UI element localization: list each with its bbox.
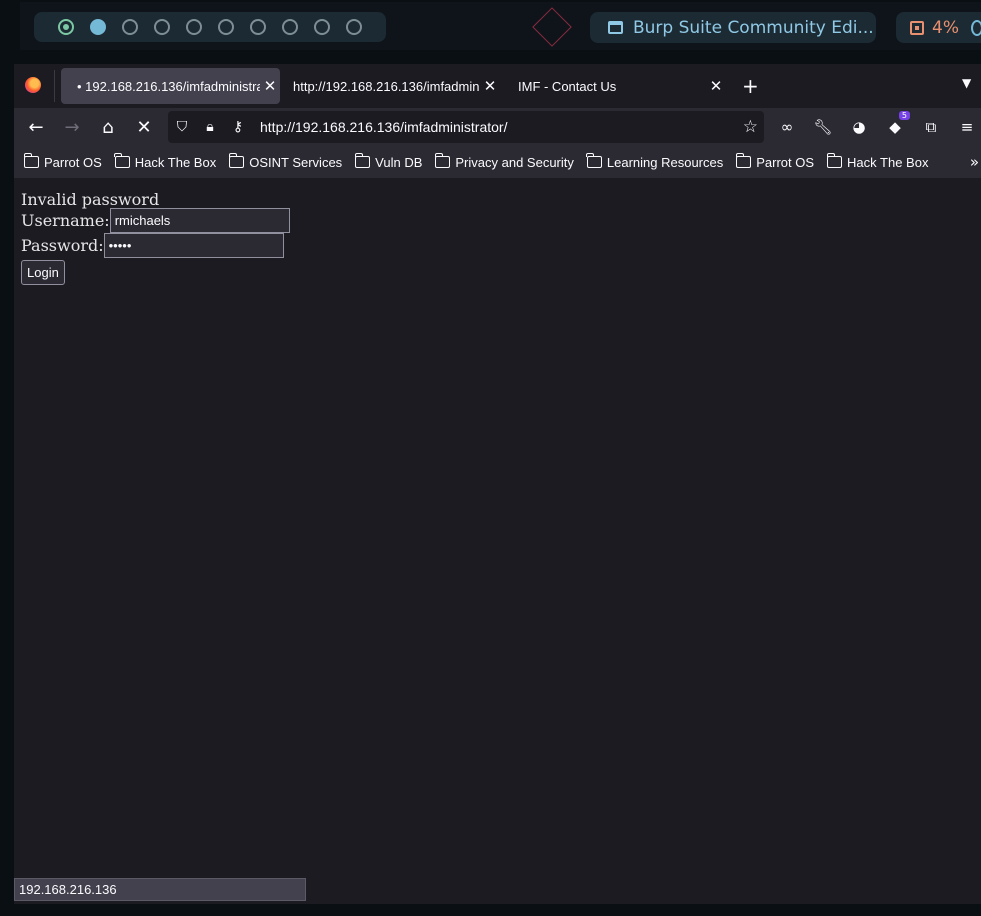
- workspace-dot-1[interactable]: [58, 19, 74, 35]
- password-label: Password:: [21, 236, 104, 255]
- bookmark-folder[interactable]: Parrot OS: [23, 153, 102, 170]
- cpu-icon: [910, 20, 924, 35]
- bookmark-label: Learning Resources: [606, 154, 724, 170]
- extension-fox-icon[interactable]: ◕: [846, 114, 872, 140]
- taskbar-item-label: Burp Suite Community Edi...: [633, 17, 874, 38]
- wrench-icon[interactable]: 🔧︎: [810, 114, 836, 140]
- workspace-switcher: [34, 12, 386, 42]
- folder-icon: [23, 153, 39, 168]
- extension-badge-count: 5: [898, 111, 910, 120]
- tab-separator: [54, 70, 55, 102]
- error-message: Invalid password: [21, 190, 160, 209]
- tab-1[interactable]: • 192.168.216.136/imfadministrator/ ✕: [61, 68, 280, 104]
- username-row: Username:: [21, 208, 290, 233]
- extensions-puzzle-icon[interactable]: ⧉: [918, 114, 944, 140]
- password-row: Password:: [21, 233, 284, 258]
- login-button[interactable]: Login: [21, 260, 65, 285]
- workspace-dot-3[interactable]: [122, 19, 138, 35]
- page-content: Invalid password Username: Password: Log…: [14, 178, 981, 904]
- window-icon: [608, 21, 623, 34]
- bookmark-label: Parrot OS: [44, 154, 102, 170]
- extension-badge-icon[interactable]: ◆ 5: [882, 111, 910, 140]
- workspace-dot-6[interactable]: [218, 19, 234, 35]
- folder-icon: [228, 153, 245, 168]
- stop-icon[interactable]: ✕: [130, 113, 158, 141]
- bookmark-star-icon[interactable]: ☆: [743, 117, 758, 137]
- hamburger-menu-icon[interactable]: ≡: [954, 114, 980, 140]
- new-tab-icon[interactable]: +: [742, 74, 759, 98]
- bookmark-folder[interactable]: Privacy and Security: [434, 153, 574, 170]
- taskbar-item-burp[interactable]: Burp Suite Community Edi...: [590, 12, 876, 43]
- bookmarks-overflow-icon[interactable]: »: [970, 153, 979, 171]
- private-mask-icon[interactable]: ∞: [774, 114, 800, 140]
- workspace-dot-9[interactable]: [314, 19, 330, 35]
- tab-title: • 192.168.216.136/imfadministrator/: [77, 78, 260, 94]
- nav-toolbar: ← → ⌂ ✕ ⛉ 🔒︎ ⚷ ☆ ∞ 🔧︎ ◕ ◆5 ⧉ ≡: [14, 108, 981, 146]
- bookmark-label: Vuln DB: [375, 154, 423, 170]
- next-indicator-icon: [970, 19, 981, 36]
- bookmark-folder[interactable]: Parrot OS: [735, 153, 815, 170]
- key-icon[interactable]: ⚷: [224, 119, 252, 135]
- status-url: 192.168.216.136: [14, 878, 306, 901]
- workspace-dot-10[interactable]: [346, 19, 362, 35]
- cpu-usage: 4%: [932, 17, 959, 38]
- folder-icon: [354, 153, 371, 168]
- insecure-lock-icon[interactable]: 🔒︎: [196, 119, 224, 135]
- folder-icon: [586, 153, 602, 168]
- tab-strip: • 192.168.216.136/imfadministrator/ ✕ ht…: [14, 64, 981, 108]
- url-bar[interactable]: ⛉ 🔒︎ ⚷ ☆: [168, 111, 764, 143]
- bookmark-label: Hack The Box: [134, 154, 217, 170]
- home-icon[interactable]: ⌂: [94, 113, 122, 141]
- bookmark-folder[interactable]: Hack The Box: [114, 153, 217, 170]
- tab-title: http://192.168.216.136/imfadministrator/: [293, 78, 480, 94]
- bookmark-label: Privacy and Security: [455, 154, 574, 170]
- workspace-dot-5[interactable]: [186, 19, 202, 35]
- bookmark-label: Parrot OS: [756, 154, 815, 170]
- folder-icon: [114, 153, 130, 168]
- workspace-dot-4[interactable]: [154, 19, 170, 35]
- tab-3[interactable]: IMF - Contact Us ✕: [504, 68, 726, 104]
- firefox-menu-icon[interactable]: [25, 77, 41, 93]
- tab-close-icon[interactable]: ✕: [480, 77, 500, 95]
- workspace-dot-2[interactable]: [90, 19, 106, 35]
- url-input[interactable]: [252, 119, 764, 135]
- bookmarks-toolbar: Parrot OS Hack The Box OSINT Services Vu…: [14, 146, 981, 178]
- tab-close-icon[interactable]: ✕: [260, 77, 280, 95]
- password-input[interactable]: [103, 233, 284, 258]
- username-input[interactable]: [109, 208, 290, 233]
- bookmark-folder[interactable]: Learning Resources: [586, 153, 724, 170]
- workspace-dot-8[interactable]: [282, 19, 298, 35]
- bookmark-folder[interactable]: Hack The Box: [826, 153, 929, 170]
- folder-icon: [434, 153, 451, 168]
- bookmark-label: OSINT Services: [249, 154, 343, 170]
- tab-close-icon[interactable]: ✕: [706, 77, 726, 95]
- bookmark-label: Hack The Box: [847, 154, 929, 170]
- workspace-dot-7[interactable]: [250, 19, 266, 35]
- forward-icon[interactable]: →: [58, 113, 86, 141]
- bookmark-folder[interactable]: OSINT Services: [228, 153, 343, 170]
- folder-icon: [735, 153, 752, 168]
- username-label: Username:: [21, 211, 110, 230]
- bookmark-folder[interactable]: Vuln DB: [354, 153, 423, 170]
- back-icon[interactable]: ←: [22, 113, 50, 141]
- list-tabs-icon[interactable]: ▼: [962, 76, 971, 90]
- tab-2[interactable]: http://192.168.216.136/imfadministrator/…: [280, 68, 500, 104]
- tracking-protection-icon[interactable]: ⛉: [168, 119, 196, 135]
- folder-icon: [826, 153, 843, 168]
- cpu-monitor[interactable]: 4%: [896, 12, 981, 43]
- firefox-window: • 192.168.216.136/imfadministrator/ ✕ ht…: [14, 64, 981, 904]
- tab-title: IMF - Contact Us: [518, 78, 617, 94]
